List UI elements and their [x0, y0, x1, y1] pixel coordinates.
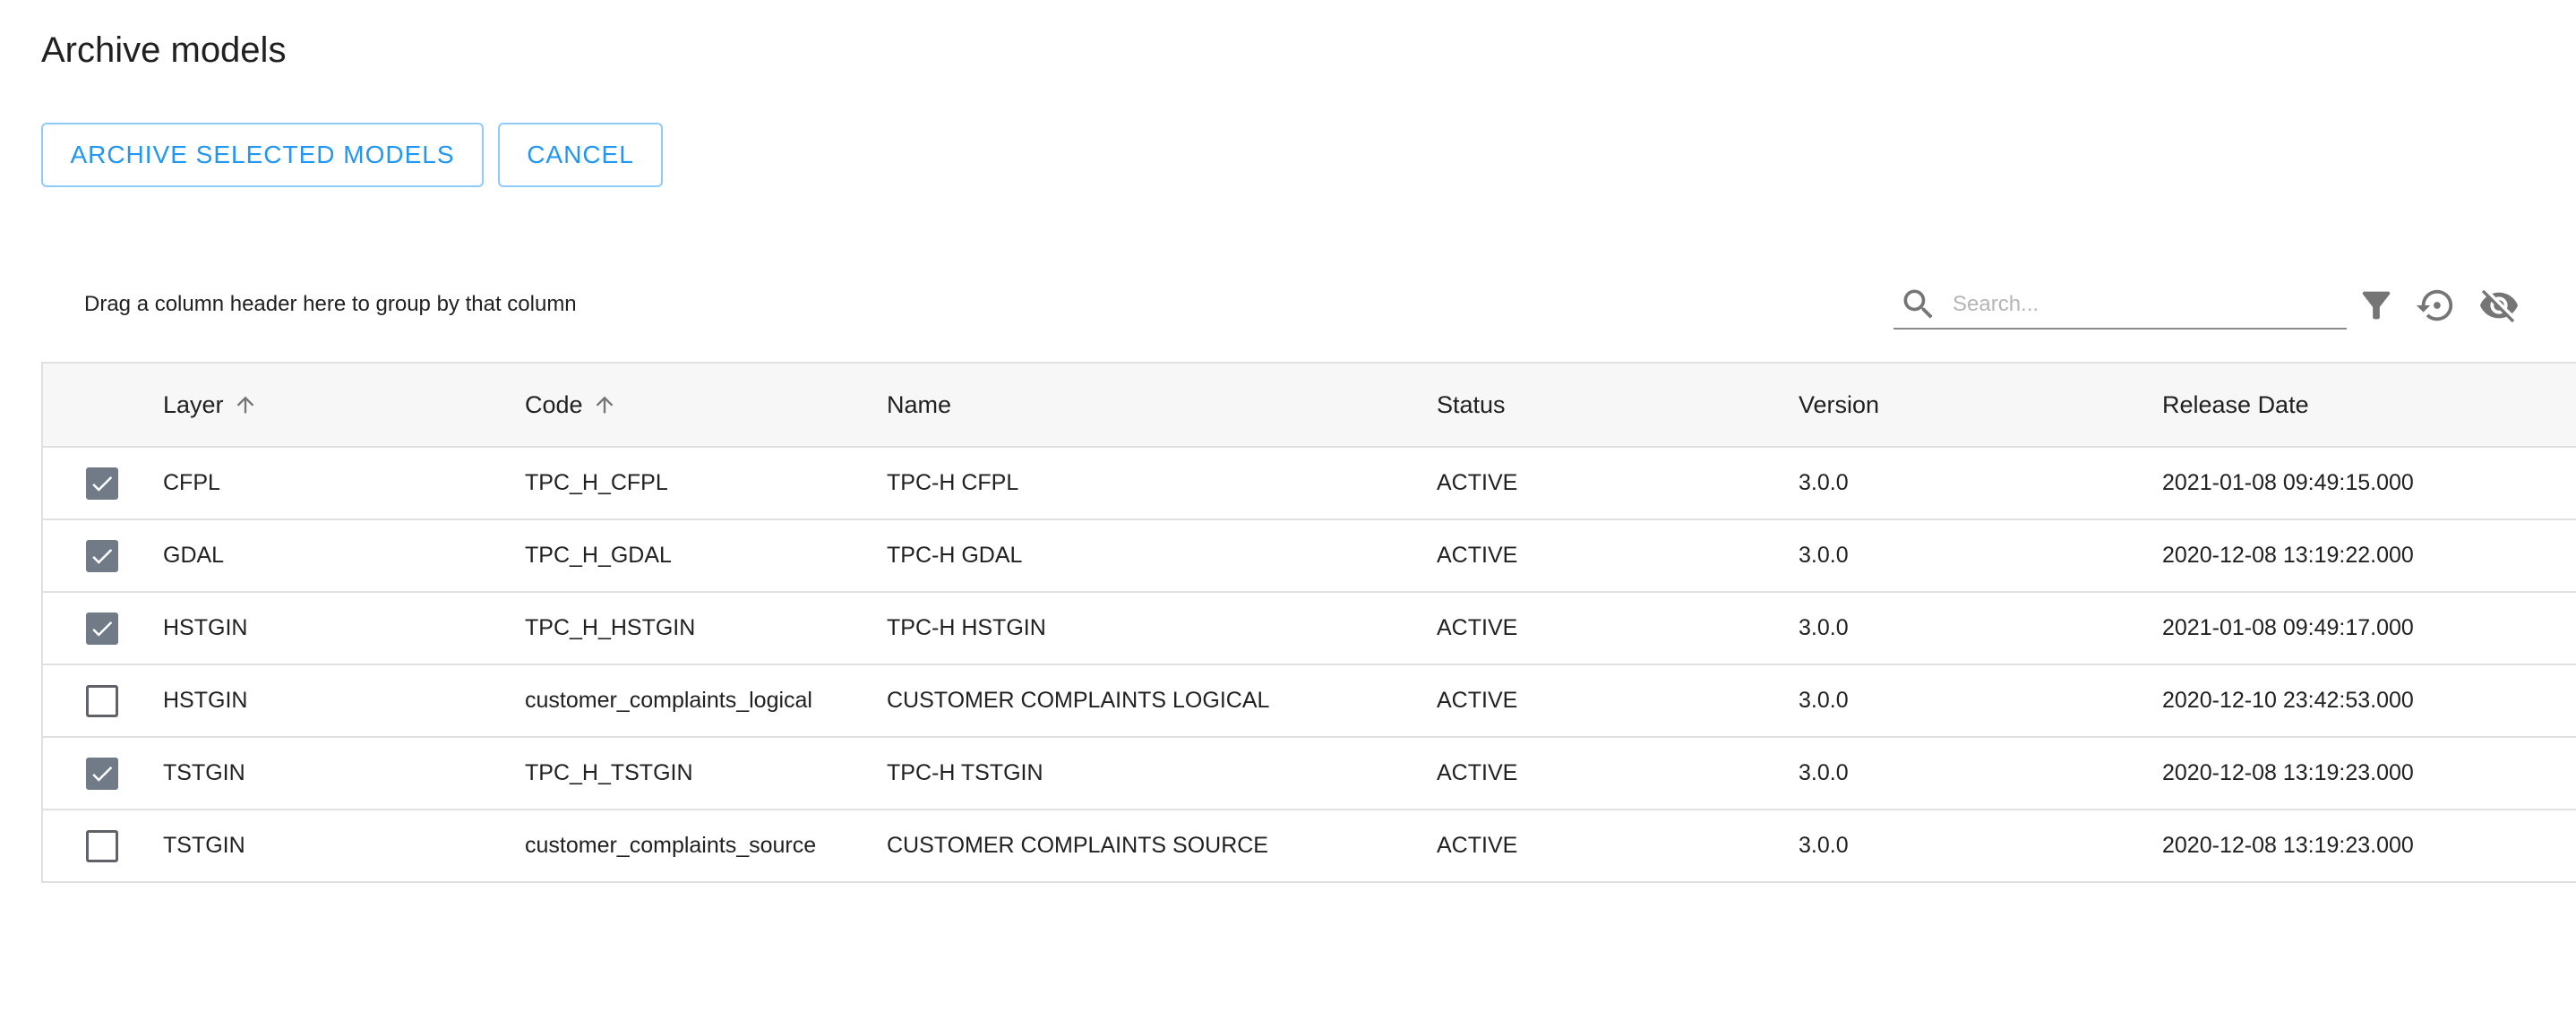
- filter-icon[interactable]: [2356, 285, 2397, 326]
- table-row[interactable]: TSTGIN TPC_H_TSTGIN TPC-H TSTGIN ACTIVE 3.0.…: [43, 738, 2576, 810]
- cell-release: 2020-12-10 23:42:53.000: [2162, 688, 2414, 713]
- cell-release: 2020-12-08 13:19:23.000: [2162, 760, 2414, 785]
- cancel-button[interactable]: CANCEL: [498, 123, 663, 187]
- cell-name: TPC-H GDAL: [887, 543, 1023, 568]
- check-icon: [92, 766, 113, 782]
- cell-code: customer_complaints_logical: [525, 688, 812, 713]
- column-header-status[interactable]: Status: [1437, 364, 1506, 446]
- cell-layer: TSTGIN: [163, 760, 245, 785]
- search-input[interactable]: [1951, 287, 2340, 322]
- column-header-layer[interactable]: Layer: [163, 364, 258, 446]
- cell-status: ACTIVE: [1437, 760, 1518, 785]
- cell-layer: HSTGIN: [163, 688, 248, 713]
- row-select-checkbox[interactable]: [86, 467, 118, 500]
- row-select-checkbox[interactable]: [86, 539, 118, 572]
- cell-name: CUSTOMER COMPLAINTS SOURCE: [887, 833, 1268, 858]
- grid-header: Layer Code Name Status Version Release D…: [43, 364, 2576, 448]
- cell-layer: HSTGIN: [163, 615, 248, 640]
- cell-layer: TSTGIN: [163, 833, 245, 858]
- table-row[interactable]: CFPL TPC_H_CFPL TPC-H CFPL ACTIVE 3.0.0 2021-…: [43, 448, 2576, 520]
- cell-release: 2021-01-08 09:49:15.000: [2162, 470, 2414, 495]
- arrow-up-icon[interactable]: [592, 392, 617, 417]
- row-select-checkbox[interactable]: [86, 612, 118, 645]
- cell-code: TPC_H_TSTGIN: [525, 760, 693, 785]
- row-select-cell: [86, 810, 122, 881]
- table-row[interactable]: HSTGIN customer_complaints_logical CUSTOME…: [43, 665, 2576, 738]
- cell-release: 2020-12-08 13:19:22.000: [2162, 543, 2414, 568]
- row-select-checkbox[interactable]: [86, 757, 118, 790]
- cell-code: TPC_H_CFPL: [525, 470, 668, 495]
- column-header-label: Release Date: [2162, 390, 2309, 418]
- cell-code: TPC_H_HSTGIN: [525, 615, 696, 640]
- table-row[interactable]: TSTGIN customer_complaints_source CUSTOMER…: [43, 810, 2576, 883]
- archive-selected-models-button[interactable]: ARCHIVE SELECTED MODELS: [41, 123, 484, 187]
- column-header-version[interactable]: Version: [1799, 364, 1879, 446]
- cell-status: ACTIVE: [1437, 833, 1518, 858]
- row-select-checkbox[interactable]: [86, 829, 118, 862]
- cell-layer: CFPL: [163, 470, 220, 495]
- check-icon: [92, 548, 113, 564]
- column-header-label: Name: [887, 390, 952, 418]
- cell-release: 2020-12-08 13:19:23.000: [2162, 833, 2414, 858]
- cell-version: 3.0.0: [1799, 833, 1849, 858]
- row-select-cell: [86, 593, 122, 664]
- grid-body: CFPL TPC_H_CFPL TPC-H CFPL ACTIVE 3.0.0 2021-…: [43, 448, 2576, 883]
- table-row[interactable]: HSTGIN TPC_H_HSTGIN TPC-H HSTGIN ACTIVE 3.0.…: [43, 593, 2576, 665]
- cell-name: TPC-H TSTGIN: [887, 760, 1043, 785]
- cell-name: CUSTOMER COMPLAINTS LOGICAL: [887, 688, 1270, 713]
- column-header-label: Version: [1799, 390, 1880, 418]
- search-box: [1893, 279, 2347, 330]
- cell-name: TPC-H CFPL: [887, 470, 1019, 495]
- row-select-cell: [86, 448, 122, 518]
- cell-name: TPC-H HSTGIN: [887, 615, 1046, 640]
- arrow-up-icon[interactable]: [233, 392, 258, 417]
- column-header-release-date[interactable]: Release Date: [2162, 364, 2309, 446]
- cell-status: ACTIVE: [1437, 470, 1518, 495]
- page-title: Archive models: [41, 30, 287, 70]
- cell-release: 2021-01-08 09:49:17.000: [2162, 615, 2414, 640]
- table-row[interactable]: GDAL TPC_H_GDAL TPC-H GDAL ACTIVE 3.0.0 2020-…: [43, 520, 2576, 593]
- cell-version: 3.0.0: [1799, 760, 1849, 785]
- reset-icon[interactable]: [2415, 285, 2456, 326]
- column-header-label: Layer: [163, 390, 224, 418]
- row-select-checkbox[interactable]: [86, 684, 118, 717]
- row-select-cell: [86, 665, 122, 736]
- column-header-label: Status: [1437, 390, 1506, 418]
- cell-status: ACTIVE: [1437, 543, 1518, 568]
- cell-version: 3.0.0: [1799, 688, 1849, 713]
- check-icon: [92, 621, 113, 637]
- check-icon: [92, 475, 113, 492]
- column-header-code[interactable]: Code: [525, 364, 617, 446]
- cell-version: 3.0.0: [1799, 615, 1849, 640]
- row-select-cell: [86, 738, 122, 809]
- row-select-cell: [86, 520, 122, 591]
- visibility-off-icon[interactable]: [2476, 285, 2522, 326]
- cell-code: TPC_H_GDAL: [525, 543, 672, 568]
- cell-status: ACTIVE: [1437, 688, 1518, 713]
- search-icon: [1903, 289, 1933, 319]
- cell-status: ACTIVE: [1437, 615, 1518, 640]
- column-header-label: Code: [525, 390, 583, 418]
- cell-layer: GDAL: [163, 543, 225, 568]
- cell-version: 3.0.0: [1799, 470, 1849, 495]
- column-header-name[interactable]: Name: [887, 364, 951, 446]
- cell-code: customer_complaints_source: [525, 833, 817, 858]
- models-grid: Layer Code Name Status Version Release D…: [41, 362, 2576, 883]
- cell-version: 3.0.0: [1799, 543, 1849, 568]
- group-by-drop-zone[interactable]: Drag a column header here to group by th…: [84, 288, 577, 321]
